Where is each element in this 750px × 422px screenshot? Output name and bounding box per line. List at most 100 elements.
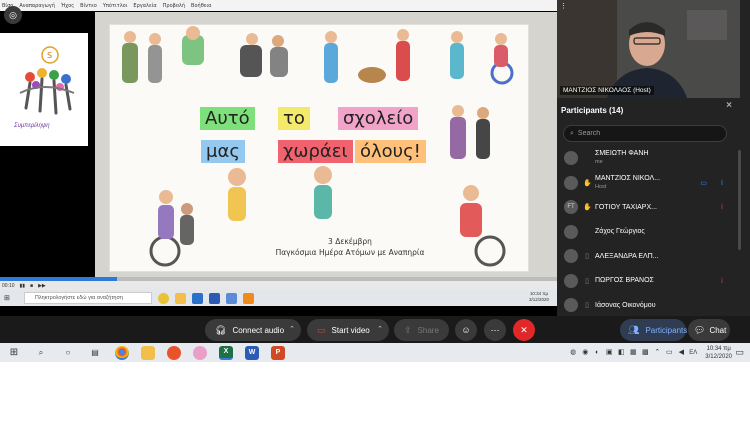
shared-clock-date: 3/12/2020	[528, 297, 549, 302]
avatar	[564, 175, 578, 190]
start-video-button[interactable]: ▭ Start video ⌃	[307, 319, 389, 341]
shared-menubar: Βίσο Αναπαραγωγή Ήχος Βίντεο Υπότιτλοι Ε…	[0, 0, 557, 11]
folder-icon[interactable]	[141, 345, 155, 360]
participants-scrollbar[interactable]	[738, 150, 741, 250]
participant-row[interactable]: FT ✋ ΓΟΤΙΟΥ ΤΑΧΙΑΡΧ... ⅰ	[557, 195, 735, 220]
zoom-tray-icon[interactable]: ◍	[569, 349, 577, 357]
excel-icon[interactable]: X	[219, 345, 233, 360]
chevron-up-icon[interactable]: ⌃	[289, 325, 295, 333]
participant-row[interactable]: Ζάχος Γεώργιος	[557, 220, 735, 245]
school-logo: S Συμπερίληψη	[0, 33, 88, 146]
participant-name: ΜΑΝΤΖΙΟΣ ΝΙΚΟΛ...	[595, 174, 661, 182]
more-button[interactable]: ⋯	[484, 319, 506, 341]
close-icon[interactable]: ×	[726, 100, 732, 111]
participant-row[interactable]: ▯ ΑΛΕΞΑΝΔΡΑ ΕΛΠ...	[557, 244, 735, 269]
participant-name: Ιάσονας Οικονόμου	[595, 301, 656, 309]
cortana-icon[interactable]: ○	[60, 346, 76, 360]
search-icon[interactable]: ⌕	[33, 346, 49, 360]
shared-screen: Βίσο Αναπαραγωγή Ήχος Βίντεο Υπότιτλοι Ε…	[0, 0, 557, 316]
shared-menu-item: Υπότιτλοι	[102, 2, 128, 9]
show-hidden-icon[interactable]: ⌃	[653, 349, 661, 357]
avatar: FT	[564, 200, 578, 215]
shared-start-icon: ⊞	[4, 295, 10, 302]
shared-menu-item: Προβολή	[162, 2, 186, 9]
powerpoint-icon[interactable]: P	[271, 345, 285, 360]
poster-title-word: Αυτό	[200, 107, 255, 130]
task-view-icon[interactable]: ▤	[87, 346, 103, 360]
mic-muted-icon: ⅰ	[721, 204, 723, 211]
video-on-icon: ▭	[700, 179, 707, 187]
participant-text: ΣΜΕΙΩΤΗ ΦΑΝΗ me	[595, 149, 648, 167]
windows-taskbar: ⊞ ⌕ ○ ▤ X W P ◍ ◉ ◐ ▣ ◧ ▦ ▩ ⌃ ▭ ◀ ΕΛ 10:…	[0, 343, 750, 362]
poster-caption-date: 3 Δεκέμβρη	[328, 237, 372, 246]
tray-app-icon[interactable]: ▦	[629, 349, 637, 357]
participant-role: me	[595, 159, 603, 166]
participants-label: Participants	[645, 325, 688, 335]
video-options-icon[interactable]: ⋮	[560, 2, 567, 10]
avatar	[564, 273, 578, 288]
chrome-icon[interactable]	[115, 345, 129, 360]
firefox-icon[interactable]	[167, 345, 181, 360]
participant-text: ΑΛΕΞΑΝΔΡΑ ΕΛΠ...	[595, 252, 659, 261]
start-icon[interactable]: ⊞	[6, 346, 22, 360]
avatar	[564, 298, 578, 313]
share-button[interactable]: ⇪ Share	[394, 319, 449, 341]
tray-app-icon[interactable]: ▩	[641, 349, 649, 357]
participants-button[interactable]: 👥︎ Participants	[620, 319, 688, 341]
shared-player-controls: 00:10 ▮▮ ■ ▶▶	[0, 281, 557, 290]
screen: Βίσο Αναπαραγωγή Ήχος Βίντεο Υπότιτλοι Ε…	[0, 0, 750, 422]
participant-text: ΜΑΝΤΖΙΟΣ ΝΙΚΟΛ... Host	[595, 174, 660, 192]
poster-title-word: όλους!	[355, 140, 426, 163]
participant-row[interactable]: ✋ ΜΑΝΤΖΙΟΣ ΝΙΚΟΛ... Host ▭ ⅰ	[557, 171, 735, 196]
poster-caption-event: Παγκόσμια Ημέρα Ατόμων με Αναπηρία	[275, 248, 425, 257]
connect-audio-label: Connect audio	[232, 325, 285, 335]
tray-app-icon[interactable]: ◉	[581, 349, 589, 357]
participants-header: Participants (14) ×	[557, 100, 740, 120]
zoom-meeting-window: Βίσο Αναπαραγωγή Ήχος Βίντεο Υπότιτλοι Ε…	[0, 0, 750, 343]
tray-app-icon[interactable]: ◐	[593, 349, 601, 357]
connect-audio-button[interactable]: 🎧︎ Connect audio ⌃	[205, 319, 301, 341]
tray-app-icon[interactable]: ◧	[617, 349, 625, 357]
notifications-icon[interactable]: ▭	[735, 347, 744, 358]
participant-row[interactable]: ▯ Ιάσονας Οικονόμου	[557, 293, 735, 318]
svg-text:S: S	[47, 51, 52, 60]
chat-label: Chat	[709, 325, 727, 335]
shared-app-icon: ◎	[4, 6, 22, 24]
participant-row[interactable]: ▯ ΠΩΡΓΟΣ ΒΡΑΝΟΣ ⅰ	[557, 269, 735, 294]
mic-muted-icon: ⅰ	[721, 277, 723, 285]
chat-icon: 💬︎	[694, 324, 706, 335]
host-video-label: ΜΑΝΤΖΙΟΣ ΝΙΚΟΛΑΟΣ (Host)	[560, 86, 654, 95]
raise-hand-icon: ✋	[583, 204, 592, 212]
participant-text: Ιάσονας Οικονόμου	[595, 301, 656, 310]
shared-chrome-icon	[157, 292, 169, 304]
reactions-button[interactable]: ☺	[455, 319, 477, 341]
volume-icon[interactable]: ◀	[677, 349, 685, 357]
network-icon[interactable]: ▭	[665, 349, 673, 357]
participants-search-input[interactable]	[577, 130, 718, 137]
shared-vlc-icon	[242, 292, 254, 304]
clock-time: 10:34 πμ	[706, 345, 731, 352]
poster-image: Αυτό το σχολείο μας χωράει όλους! 3 Δεκέ…	[95, 12, 557, 278]
chat-button[interactable]: 💬︎ Chat	[688, 319, 730, 341]
chevron-up-icon[interactable]: ⌃	[377, 325, 383, 333]
play-icon: ▮▮	[19, 282, 26, 289]
avatar	[564, 224, 578, 239]
participant-name: ΣΜΕΙΩΤΗ ΦΑΝΗ	[595, 150, 649, 158]
leave-button[interactable]: ✕	[513, 319, 535, 341]
host-video: ⋮ ΜΑΝΤΖΙΟΣ ΝΙΚΟΛΑΟΣ (Host)	[557, 0, 740, 98]
headphones-icon: 🎧︎	[215, 324, 227, 335]
participants-search[interactable]: ⌕	[563, 125, 727, 142]
participant-name: ΓΟΤΙΟΥ ΤΑΧΙΑΡΧ...	[595, 203, 657, 211]
close-icon: ✕	[520, 324, 528, 335]
word-icon[interactable]: W	[245, 345, 259, 360]
participant-row[interactable]: ΣΜΕΙΩΤΗ ΦΑΝΗ me	[557, 146, 735, 171]
paint-icon[interactable]	[193, 345, 207, 360]
raise-hand-icon: ✋	[583, 179, 592, 187]
clock[interactable]: 10:34 πμ 3/12/2020	[705, 345, 732, 361]
shared-menu-item: Εργαλεία	[133, 2, 157, 9]
language-indicator[interactable]: ΕΛ	[689, 350, 697, 356]
shared-windows-taskbar: ⊞ Πληκτρολογήστε εδώ για αναζήτηση 10:34…	[0, 290, 557, 306]
tray-app-icon[interactable]: ▣	[605, 349, 613, 357]
video-off-icon: ▭	[317, 324, 326, 335]
shared-menu-item: Αναπαραγωγή	[19, 2, 55, 9]
